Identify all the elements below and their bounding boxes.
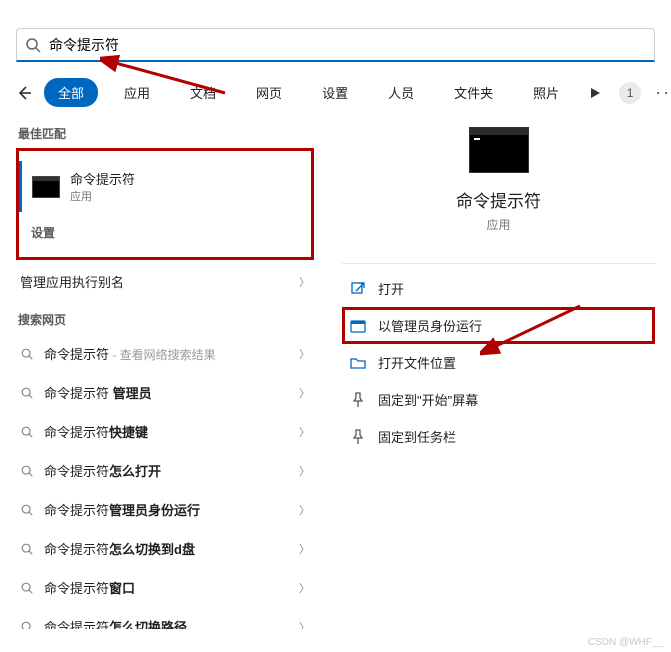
action-admin[interactable]: 以管理员身份运行 bbox=[342, 307, 655, 344]
search-icon bbox=[20, 542, 34, 556]
arrow-left-icon bbox=[16, 85, 32, 101]
section-web: 搜索网页 bbox=[16, 301, 314, 334]
chevron-right-icon: 〉 bbox=[299, 346, 310, 362]
back-button[interactable] bbox=[16, 79, 32, 107]
app-icon-large bbox=[469, 127, 529, 173]
chevron-right-icon: 〉 bbox=[299, 385, 310, 401]
chevron-right-icon: 〉 bbox=[299, 424, 310, 440]
web-result-item[interactable]: 命令提示符怎么打开 〉 bbox=[16, 451, 314, 490]
separator bbox=[342, 263, 655, 264]
admin-icon bbox=[350, 318, 366, 334]
folder-icon bbox=[350, 355, 366, 371]
action-pin[interactable]: 固定到"开始"屏幕 bbox=[342, 381, 655, 418]
section-settings: 设置 bbox=[29, 212, 301, 241]
tab-all[interactable]: 全部 bbox=[44, 78, 98, 107]
chevron-right-icon: 〉 bbox=[299, 580, 310, 596]
pin-icon bbox=[350, 429, 366, 445]
web-result-item[interactable]: 命令提示符窗口 〉 bbox=[16, 568, 314, 607]
search-icon bbox=[20, 464, 34, 478]
tab-folders[interactable]: 文件夹 bbox=[440, 78, 507, 107]
web-result-item[interactable]: 命令提示符快捷键 〉 bbox=[16, 412, 314, 451]
tab-people[interactable]: 人员 bbox=[374, 78, 428, 107]
preview-name: 命令提示符 bbox=[456, 187, 541, 212]
web-result-item[interactable]: 命令提示符 管理员 〉 bbox=[16, 373, 314, 412]
preview-sub: 应用 bbox=[486, 216, 510, 233]
search-input[interactable] bbox=[49, 37, 646, 53]
chevron-right-icon: 〉 bbox=[299, 541, 310, 557]
action-open[interactable]: 打开 bbox=[342, 270, 655, 307]
tab-settings[interactable]: 设置 bbox=[308, 78, 362, 107]
tab-web[interactable]: 网页 bbox=[242, 78, 296, 107]
tabs-row: 全部 应用 文档 网页 设置 人员 文件夹 照片 1 ··· bbox=[0, 70, 671, 115]
tab-apps[interactable]: 应用 bbox=[110, 78, 164, 107]
chevron-right-icon: 〉 bbox=[299, 502, 310, 518]
preview-column: 命令提示符 应用 打开以管理员身份运行打开文件位置固定到"开始"屏幕固定到任务栏 bbox=[318, 115, 655, 629]
search-icon bbox=[20, 503, 34, 517]
results-column: 最佳匹配 命令提示符 应用 设置 管理应用执行别名 〉 搜索网页 命令提示符 -… bbox=[16, 115, 318, 629]
section-best-match: 最佳匹配 bbox=[16, 115, 314, 148]
open-icon bbox=[350, 281, 366, 297]
chevron-right-icon: 〉 bbox=[299, 274, 310, 290]
more-button[interactable]: ··· bbox=[655, 82, 671, 103]
notification-badge[interactable]: 1 bbox=[619, 82, 641, 104]
search-icon bbox=[25, 37, 41, 53]
play-icon bbox=[589, 87, 601, 99]
search-icon bbox=[20, 425, 34, 439]
cmd-icon bbox=[32, 176, 60, 198]
best-match-item[interactable]: 命令提示符 应用 bbox=[19, 161, 301, 212]
web-result-item[interactable]: 命令提示符管理员身份运行 〉 bbox=[16, 490, 314, 529]
play-button[interactable] bbox=[585, 83, 605, 103]
best-match-box: 命令提示符 应用 设置 bbox=[16, 148, 314, 260]
search-icon bbox=[20, 620, 34, 630]
search-icon bbox=[20, 581, 34, 595]
web-result-item[interactable]: 命令提示符怎么切换到d盘 〉 bbox=[16, 529, 314, 568]
best-match-sub: 应用 bbox=[70, 188, 135, 204]
watermark: CSDN @WHF__ bbox=[588, 637, 663, 648]
action-folder[interactable]: 打开文件位置 bbox=[342, 344, 655, 381]
search-icon bbox=[20, 347, 34, 361]
search-bar[interactable] bbox=[16, 28, 655, 62]
best-match-name: 命令提示符 bbox=[70, 169, 135, 188]
tab-photos[interactable]: 照片 bbox=[519, 78, 573, 107]
settings-item[interactable]: 管理应用执行别名 〉 bbox=[16, 262, 314, 301]
web-result-item[interactable]: 命令提示符 - 查看网络搜索结果 〉 bbox=[16, 334, 314, 373]
action-pin[interactable]: 固定到任务栏 bbox=[342, 418, 655, 455]
web-result-item[interactable]: 命令提示符怎么切换路径 〉 bbox=[16, 607, 314, 629]
tab-docs[interactable]: 文档 bbox=[176, 78, 230, 107]
pin-icon bbox=[350, 392, 366, 408]
search-icon bbox=[20, 386, 34, 400]
chevron-right-icon: 〉 bbox=[299, 463, 310, 479]
